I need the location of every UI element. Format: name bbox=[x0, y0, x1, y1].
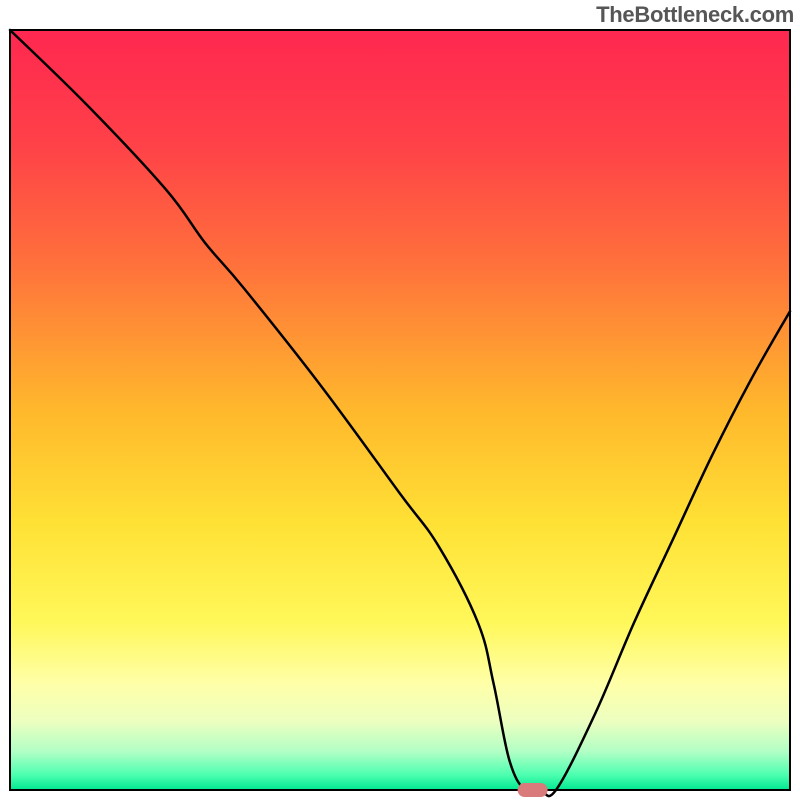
optimal-marker bbox=[518, 783, 548, 797]
watermark-text: TheBottleneck.com bbox=[596, 2, 794, 28]
chart-frame: TheBottleneck.com bbox=[0, 0, 800, 800]
bottleneck-chart bbox=[0, 0, 800, 800]
plot-background bbox=[10, 30, 790, 790]
